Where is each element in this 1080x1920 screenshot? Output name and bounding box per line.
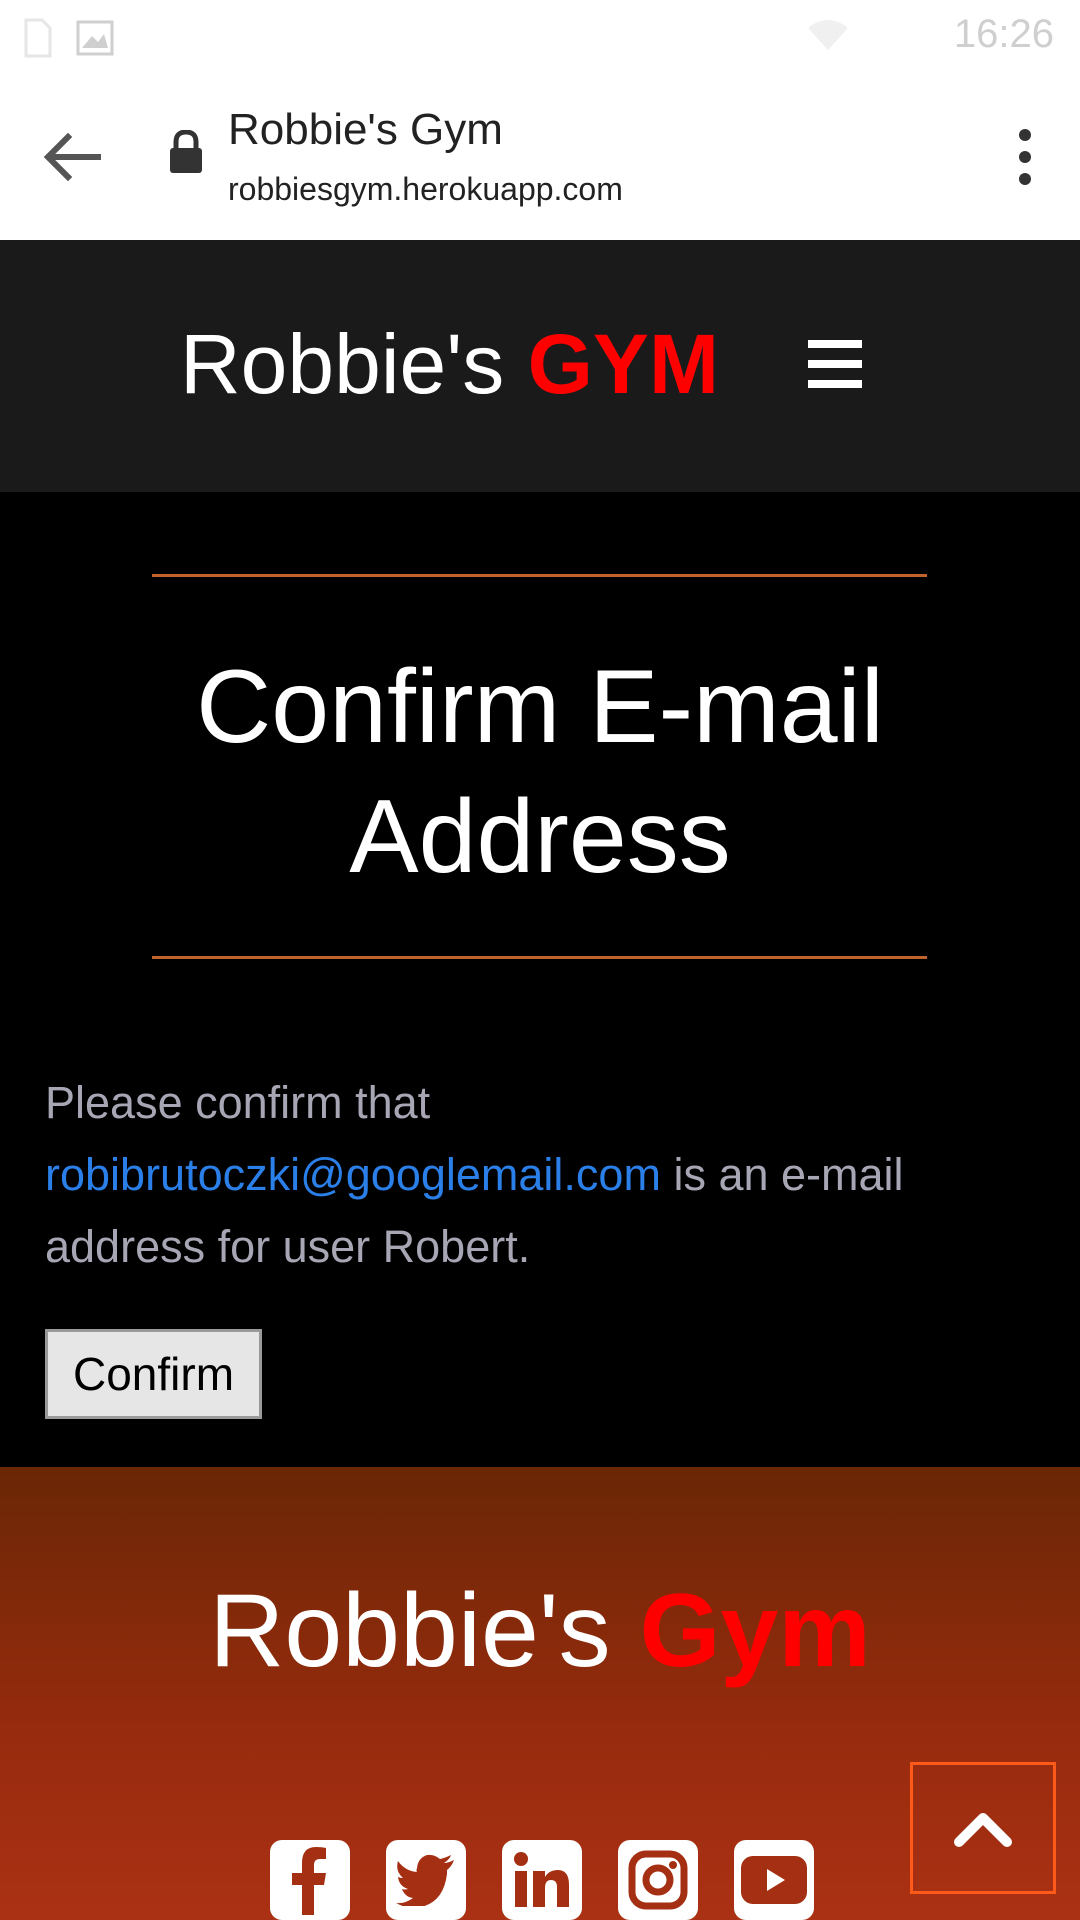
status-bar: 16:26 xyxy=(0,0,1080,75)
more-options-icon[interactable] xyxy=(1010,127,1040,187)
confirmation-message: Please confirm that robibrutoczki@google… xyxy=(45,1067,1045,1283)
lock-icon xyxy=(170,130,202,173)
footer-brand-main: Robbie's xyxy=(209,1573,611,1689)
wifi-icon xyxy=(808,20,848,50)
youtube-icon[interactable] xyxy=(734,1840,814,1920)
browser-page-title: Robbie's Gym xyxy=(228,105,503,154)
heading-line-2: Address xyxy=(349,779,731,895)
linkedin-icon[interactable] xyxy=(502,1840,582,1920)
site-header: Robbie's GYM xyxy=(0,240,1080,492)
browser-url[interactable]: robbiesgym.herokuapp.com xyxy=(228,171,623,208)
bottom-divider xyxy=(152,956,927,959)
site-brand[interactable]: Robbie's GYM xyxy=(180,322,719,406)
footer-brand: Robbie's Gym xyxy=(0,1579,1080,1683)
browser-toolbar: Robbie's Gym robbiesgym.herokuapp.com xyxy=(0,75,1080,240)
twitter-icon[interactable] xyxy=(386,1840,466,1920)
social-links xyxy=(270,1840,814,1920)
status-left-icons xyxy=(22,18,114,58)
back-arrow-icon[interactable] xyxy=(40,127,110,187)
brand-main-text: Robbie's xyxy=(180,317,505,411)
confirm-button[interactable]: Confirm xyxy=(45,1329,262,1419)
chevron-up-icon xyxy=(954,1813,1012,1847)
footer-brand-accent: Gym xyxy=(639,1573,871,1689)
message-prefix: Please confirm that xyxy=(45,1077,431,1128)
status-time: 16:26 xyxy=(953,12,1054,56)
brand-accent-text: GYM xyxy=(527,317,719,411)
page-heading: Confirm E-mail Address xyxy=(0,642,1080,902)
heading-line-1: Confirm E-mail xyxy=(196,649,884,765)
hamburger-menu-icon[interactable] xyxy=(808,340,862,388)
image-icon xyxy=(76,20,114,56)
instagram-icon[interactable] xyxy=(618,1840,698,1920)
email-link[interactable]: robibrutoczki@googlemail.com xyxy=(45,1149,661,1200)
sim-icon xyxy=(24,18,52,58)
scroll-to-top-button[interactable] xyxy=(910,1762,1056,1894)
facebook-icon[interactable] xyxy=(270,1840,350,1920)
top-divider xyxy=(152,574,927,577)
main-content: Confirm E-mail Address Please confirm th… xyxy=(0,492,1080,1467)
